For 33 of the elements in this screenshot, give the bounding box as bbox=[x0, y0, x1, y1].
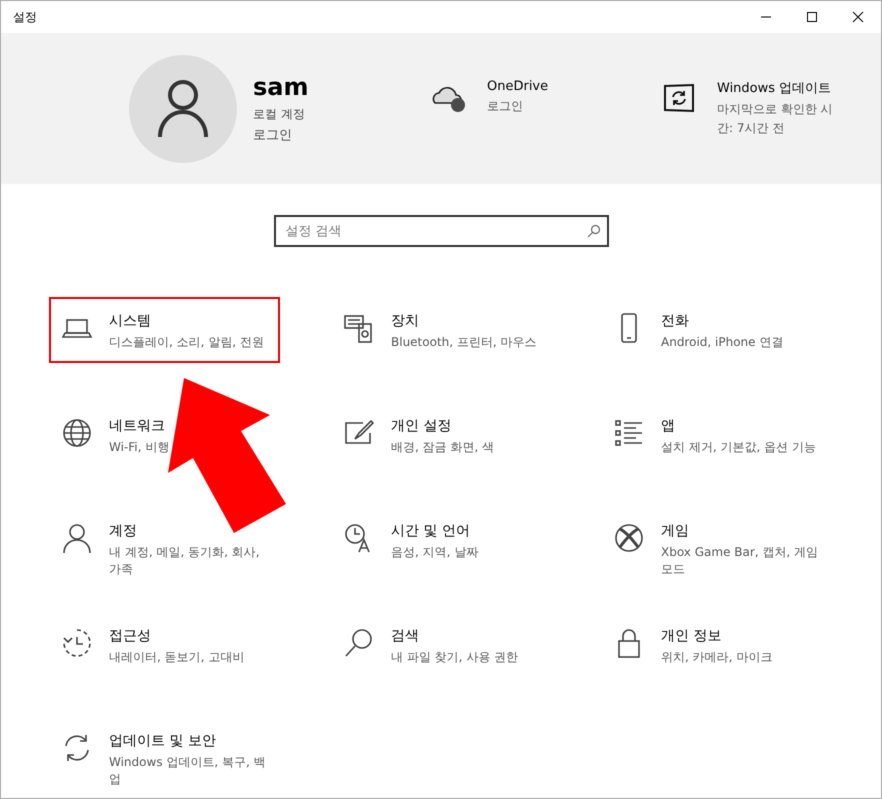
search-field[interactable]: 설정 검색 bbox=[274, 215, 608, 247]
settings-category[interactable]: 앱 설치 제거, 기본값, 옵션 기능 bbox=[601, 402, 832, 468]
settings-category[interactable]: 전화 Android, iPhone 연결 bbox=[601, 297, 832, 363]
accessibility-icon bbox=[61, 627, 93, 659]
close-icon bbox=[852, 11, 864, 23]
user-name: sam bbox=[253, 73, 310, 101]
settings-category[interactable]: 검색 내 파일 찾기, 사용 권한 bbox=[331, 612, 562, 678]
header-item-subtitle: 로그인 bbox=[487, 98, 524, 115]
account-type: 로컬 계정 bbox=[253, 106, 306, 123]
settings-category[interactable]: 접근성 내레이터, 돋보기, 고대비 bbox=[49, 612, 280, 678]
header-item-title[interactable]: OneDrive bbox=[487, 79, 615, 94]
header-item-title[interactable]: Windows 업데이트 bbox=[717, 79, 845, 97]
update-icon bbox=[661, 83, 697, 113]
xbox-icon bbox=[613, 522, 645, 554]
settings-category[interactable]: 업데이트 및 보안 Windows 업데이트, 복구, 백업 bbox=[49, 717, 280, 783]
search-icon bbox=[586, 224, 600, 238]
window-title: 설정 bbox=[12, 8, 37, 26]
settings-category[interactable]: 시스템 디스플레이, 소리, 알림, 전원 bbox=[49, 297, 280, 363]
settings-category[interactable]: 계정 내 계정, 메일, 동기화, 회사, 가족 bbox=[49, 507, 280, 573]
sign-in-link[interactable]: 로그인 bbox=[253, 126, 419, 144]
settings-category[interactable]: 시간 및 언어 음성, 지역, 날짜 bbox=[331, 507, 562, 573]
search-icon bbox=[343, 627, 375, 659]
settings-category[interactable]: 게임 Xbox Game Bar, 캡처, 게임 모드 bbox=[601, 507, 832, 573]
header-item-subtitle: 마지막으로 확인한 시간: 7시간 전 bbox=[717, 101, 834, 137]
settings-category[interactable]: 장치 Bluetooth, 프린터, 마우스 bbox=[331, 297, 562, 363]
settings-category[interactable]: 네트워크 Wi-Fi, 비행 bbox=[49, 402, 280, 468]
settings-category[interactable]: 개인 정보 위치, 카메라, 마이크 bbox=[601, 612, 832, 678]
settings-category[interactable]: 개인 설정 배경, 잠금 화면, 색 bbox=[331, 402, 562, 468]
maximize-icon bbox=[806, 11, 818, 23]
apps-icon bbox=[613, 417, 645, 449]
globe-icon bbox=[61, 417, 93, 449]
keyboard-icon bbox=[343, 312, 375, 344]
person-icon bbox=[61, 522, 93, 554]
